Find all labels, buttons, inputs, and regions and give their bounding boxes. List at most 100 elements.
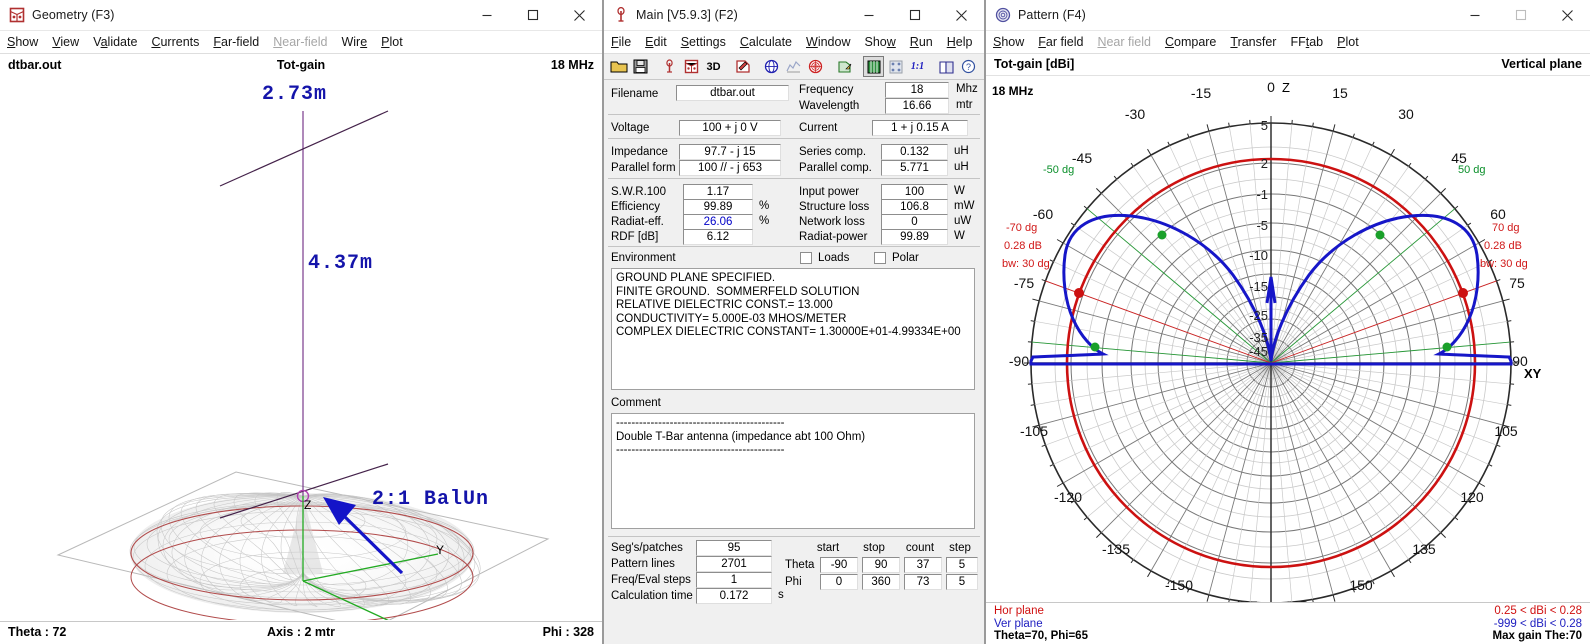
filename-input[interactable]: dtbar.out	[676, 85, 789, 101]
network-loss-unit: uW	[954, 215, 971, 227]
main-menu-settings[interactable]: Settings	[681, 35, 726, 49]
network-loss-input[interactable]: 0	[881, 214, 948, 230]
radiat-eff-input[interactable]: 26.06	[683, 214, 753, 230]
calculation-time-input[interactable]: 0.172	[696, 588, 772, 604]
comment-text: ----------------------------------------…	[612, 414, 974, 461]
series-comp-input[interactable]: 0.132	[881, 144, 948, 160]
geometry-maximize-button[interactable]	[510, 0, 556, 30]
phi-count-input[interactable]: 73	[904, 574, 942, 590]
main-maximize-button[interactable]	[892, 0, 938, 30]
freq-eval-steps-label: Freq/Eval steps	[611, 574, 691, 586]
geometry-menubar: Show View Validate Currents Far-field Ne…	[0, 31, 602, 54]
3d-view-icon[interactable]: 3D	[703, 56, 724, 77]
structure-loss-input[interactable]: 106.8	[881, 199, 948, 215]
matrix-icon[interactable]	[885, 56, 906, 77]
geometry-close-button[interactable]	[556, 0, 602, 30]
table-icon[interactable]	[863, 56, 884, 77]
antenna-icon[interactable]	[659, 56, 680, 77]
parallel-form-input[interactable]: 100 // - j 653	[679, 160, 781, 176]
environment-textarea[interactable]: GROUND PLANE SPECIFIED. FINITE GROUND. S…	[611, 268, 975, 390]
geometry-menu-plot[interactable]: Plot	[381, 35, 403, 49]
geometry-axis-z-label: Z	[304, 498, 311, 512]
left-beamwidth-label: bw: 30 dg	[1002, 258, 1050, 270]
pattern-menu-transfer[interactable]: Transfer	[1230, 35, 1276, 49]
radiat-power-unit: W	[954, 230, 965, 242]
geometry-menu-validate[interactable]: Validate	[93, 35, 137, 49]
geometry-plot-type: Tot-gain	[0, 58, 602, 72]
help-icon[interactable]: ?	[958, 56, 979, 77]
environment-label: Environment	[611, 252, 676, 264]
polar-pattern-icon[interactable]	[805, 56, 826, 77]
geometry-3d-view[interactable]: 2.73m 4.37m 2:1 BalUn Z X Y	[0, 76, 602, 621]
geometry-top-dimension-label: 2.73m	[262, 83, 327, 106]
globe-pattern-icon[interactable]	[761, 56, 782, 77]
main-menu-calculate[interactable]: Calculate	[740, 35, 792, 49]
main-menu-file[interactable]: File	[611, 35, 631, 49]
z-axis-label: Z	[1282, 80, 1290, 95]
segs-patches-input[interactable]: 95	[696, 540, 772, 556]
frequency-input[interactable]: 18	[885, 82, 949, 98]
current-input[interactable]: 1 + j 0.15 A	[872, 120, 968, 136]
main-minimize-button[interactable]	[846, 0, 892, 30]
geometry-infobar: dtbar.out Tot-gain 18 MHz	[0, 54, 602, 76]
pattern-lines-input[interactable]: 2701	[696, 556, 772, 572]
geometry-cube-icon[interactable]	[681, 56, 702, 77]
swr-input[interactable]: 1.17	[683, 184, 753, 200]
theta-start-input[interactable]: -90	[820, 557, 858, 573]
geometry-menu-currents[interactable]: Currents	[151, 35, 199, 49]
loads-checkbox[interactable]	[800, 252, 812, 264]
main-close-button[interactable]	[938, 0, 984, 30]
main-menu-run[interactable]: Run	[910, 35, 933, 49]
pattern-close-button[interactable]	[1544, 0, 1590, 30]
polar-checkbox[interactable]	[874, 252, 886, 264]
geometry-menu-far-field[interactable]: Far-field	[213, 35, 259, 49]
parallel-form-label: Parallel form	[611, 162, 676, 174]
radiat-power-input[interactable]: 99.89	[881, 229, 948, 245]
wavelength-input[interactable]: 16.66	[885, 98, 949, 114]
phi-step-input[interactable]: 5	[946, 574, 978, 590]
geometry-menu-show[interactable]: Show	[7, 35, 38, 49]
pattern-minimize-button[interactable]	[1452, 0, 1498, 30]
book-icon[interactable]	[936, 56, 957, 77]
rdf-input[interactable]: 6.12	[683, 229, 753, 245]
geometry-minimize-button[interactable]	[464, 0, 510, 30]
plot-lines-icon[interactable]	[783, 56, 804, 77]
phi-start-input[interactable]: 0	[820, 574, 858, 590]
main-panel: Filename dtbar.out Frequency 18 Mhz Wave…	[604, 80, 984, 644]
main-menu-window[interactable]: Window	[806, 35, 850, 49]
impedance-label: Impedance	[611, 146, 668, 158]
main-menu-show[interactable]: Show	[865, 35, 896, 49]
one-to-one-icon[interactable]: 1:1	[907, 56, 928, 77]
col-step-header: step	[941, 542, 979, 554]
pattern-menu-show[interactable]: Show	[993, 35, 1024, 49]
input-power-input[interactable]: 100	[881, 184, 948, 200]
parallel-comp-input[interactable]: 5.771	[881, 160, 948, 176]
geometry-menu-wire[interactable]: Wire	[341, 35, 367, 49]
pattern-menu-fftab[interactable]: FFtab	[1290, 35, 1323, 49]
theta-step-input[interactable]: 5	[946, 557, 978, 573]
geometry-menu-view[interactable]: View	[52, 35, 79, 49]
comment-textarea[interactable]: ----------------------------------------…	[611, 413, 975, 529]
phi-stop-input[interactable]: 360	[862, 574, 900, 590]
svg-text:60: 60	[1490, 206, 1506, 222]
main-menu-help[interactable]: Help	[947, 35, 973, 49]
pattern-menu-plot[interactable]: Plot	[1337, 35, 1359, 49]
voltage-input[interactable]: 100 + j 0 V	[679, 120, 781, 136]
theta-stop-input[interactable]: 90	[862, 557, 900, 573]
pattern-menu-compare[interactable]: Compare	[1165, 35, 1216, 49]
save-disk-icon[interactable]	[630, 56, 651, 77]
impedance-input[interactable]: 97.7 - j 15	[679, 144, 781, 160]
parallel-comp-unit: uH	[954, 161, 969, 173]
open-folder-icon[interactable]	[608, 56, 629, 77]
geometry-window: Geometry (F3) Show View Validate Current…	[0, 0, 603, 644]
pattern-menu-far-field[interactable]: Far field	[1038, 35, 1083, 49]
efficiency-input[interactable]: 99.89	[683, 199, 753, 215]
pattern-polar-plot[interactable]: 5 2 -1 -5 -10 -15 -25 -35 -45 0 15	[986, 76, 1590, 602]
edit-geometry-icon[interactable]	[732, 56, 753, 77]
freq-eval-steps-input[interactable]: 1	[696, 572, 772, 588]
main-menu-edit[interactable]: Edit	[645, 35, 667, 49]
main-titlebar: Main [V5.9.3] (F2)	[604, 0, 984, 31]
filename-label: Filename	[611, 88, 658, 100]
export-icon[interactable]	[834, 56, 855, 77]
theta-count-input[interactable]: 37	[904, 557, 942, 573]
